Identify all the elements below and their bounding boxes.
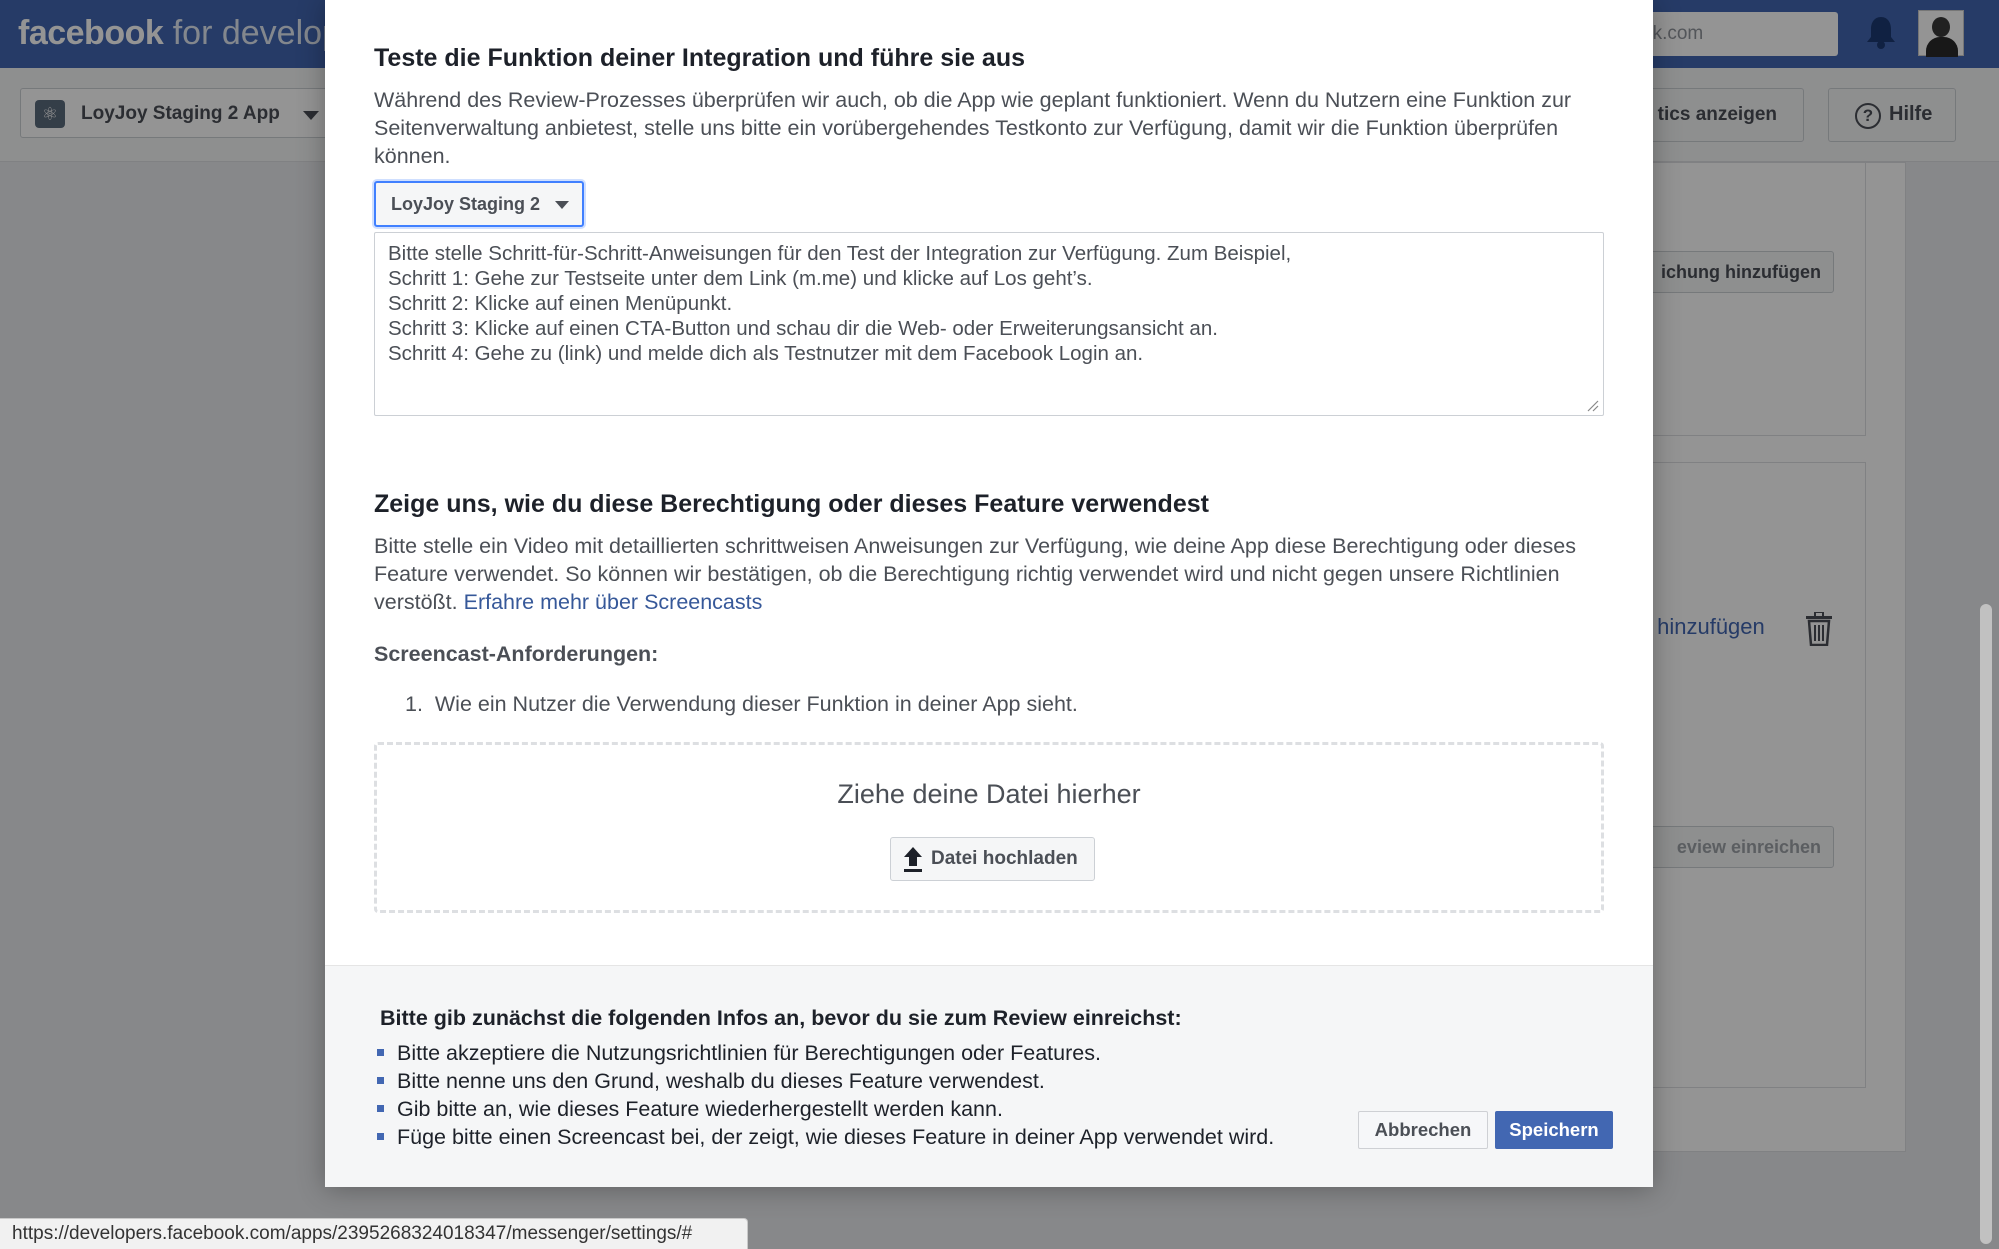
file-dropzone[interactable]: Ziehe deine Datei hierher Datei hochlade…: [374, 742, 1604, 913]
footer-checklist: Bitte akzeptiere die Nutzungsrichtlinien…: [377, 1039, 1274, 1151]
checklist-item-text: Bitte akzeptiere die Nutzungsrichtlinien…: [397, 1041, 1101, 1065]
checklist-item: Bitte akzeptiere die Nutzungsrichtlinien…: [377, 1039, 1274, 1067]
page-scrollbar[interactable]: [1980, 604, 1992, 1244]
modal-body: Teste die Funktion deiner Integration un…: [325, 0, 1653, 965]
review-modal: Teste die Funktion deiner Integration un…: [325, 0, 1653, 1187]
upload-arrow-icon: [904, 847, 922, 872]
page-selector-label: LoyJoy Staging 2: [391, 194, 541, 214]
resize-handle-icon[interactable]: [1585, 398, 1599, 412]
bullet-icon: [377, 1049, 384, 1056]
checklist-item-text: Bitte nenne uns den Grund, weshalb du di…: [397, 1069, 1045, 1093]
page-selector-dropdown[interactable]: LoyJoy Staging 2: [374, 181, 584, 227]
checklist-item-text: Füge bitte einen Screencast bei, der zei…: [397, 1125, 1275, 1149]
upload-file-button[interactable]: Datei hochladen: [890, 837, 1095, 881]
modal-footer: Bitte gib zunächst die folgenden Infos a…: [325, 965, 1653, 1187]
cancel-button[interactable]: Abbrechen: [1358, 1111, 1488, 1149]
checklist-item: Füge bitte einen Screencast bei, der zei…: [377, 1123, 1274, 1151]
upload-file-label: Datei hochladen: [931, 848, 1078, 869]
save-button[interactable]: Speichern: [1495, 1111, 1613, 1149]
checklist-item: Bitte nenne uns den Grund, weshalb du di…: [377, 1067, 1274, 1095]
test-instructions-textarea[interactable]: Bitte stelle Schritt-für-Schritt-Anweisu…: [374, 232, 1604, 416]
caret-down-icon: [555, 201, 569, 209]
screencast-section-description: Bitte stelle ein Video mit detaillierten…: [374, 532, 1604, 616]
test-section-description: Während des Review-Prozesses überprüfen …: [374, 88, 1572, 168]
checklist-item: Gib bitte an, wie dieses Feature wiederh…: [377, 1095, 1274, 1123]
requirements-title: Screencast-Anforderungen:: [374, 642, 659, 666]
checklist-item-text: Gib bitte an, wie dieses Feature wiederh…: [397, 1097, 1003, 1121]
bullet-icon: [377, 1133, 384, 1140]
screencast-section-title: Zeige uns, wie du diese Berechtigung ode…: [374, 490, 1209, 518]
requirement-item: 1. Wie ein Nutzer die Verwendung dieser …: [405, 692, 1078, 716]
test-section-title: Teste die Funktion deiner Integration un…: [374, 44, 1026, 72]
bullet-icon: [377, 1105, 384, 1112]
footer-checklist-title: Bitte gib zunächst die folgenden Infos a…: [380, 1006, 1182, 1030]
bullet-icon: [377, 1077, 384, 1084]
learn-more-screencasts-link[interactable]: Erfahre mehr über Screencasts: [464, 590, 763, 614]
dropzone-title: Ziehe deine Datei hierher: [837, 779, 1141, 809]
browser-status-bar-url: https://developers.facebook.com/apps/239…: [0, 1218, 748, 1249]
